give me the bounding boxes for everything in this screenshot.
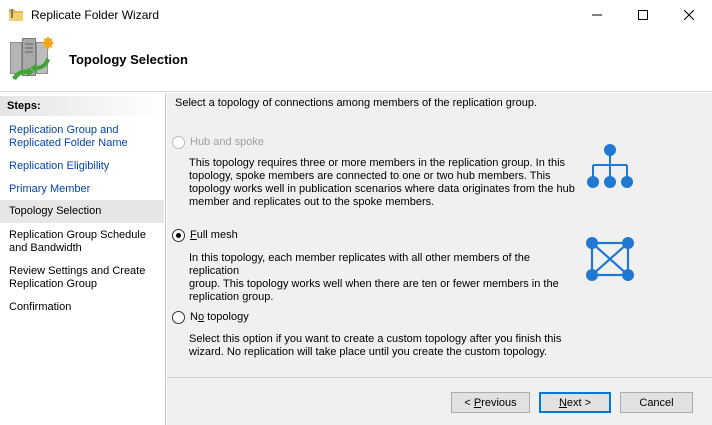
minimize-icon xyxy=(592,14,602,16)
full-mesh-description: In this topology, each member replicates… xyxy=(189,252,559,303)
title-bar: Replicate Folder Wizard xyxy=(0,0,712,30)
step-schedule-bandwidth: Replication Group Schedule and Bandwidth xyxy=(9,229,146,254)
no-topology-description: Select this option if you want to create… xyxy=(189,333,562,358)
hub-and-spoke-description: This topology requires three or more mem… xyxy=(189,157,575,208)
wizard-header: Topology Selection xyxy=(0,30,712,92)
minimize-button[interactable] xyxy=(574,0,620,30)
step-replication-eligibility[interactable]: Replication Eligibility xyxy=(0,160,164,173)
steps-header: Steps: xyxy=(0,96,164,116)
no-topology-label[interactable]: No topology xyxy=(190,311,249,323)
step-replication-group-name[interactable]: Replication Group and Replicated Folder … xyxy=(0,124,164,150)
hub-and-spoke-label: Hub and spoke xyxy=(190,136,264,148)
next-button[interactable]: Next > xyxy=(539,392,611,413)
no-topology-radio[interactable] xyxy=(172,311,185,324)
window-title: Replicate Folder Wizard xyxy=(31,8,160,22)
step-review-settings: Review Settings and Create Replication G… xyxy=(9,265,146,290)
page-title: Topology Selection xyxy=(69,52,188,67)
full-mesh-label[interactable]: Full mesh xyxy=(190,229,238,241)
steps-pane: Steps: Replication Group and Replicated … xyxy=(0,93,166,425)
hub-and-spoke-topology-icon xyxy=(587,144,633,188)
replication-servers-icon xyxy=(10,35,54,80)
cancel-button[interactable]: Cancel xyxy=(620,392,693,413)
replicate-folder-icon xyxy=(9,9,23,21)
step-topology-selection: Topology Selection xyxy=(0,200,164,223)
step-confirmation: Confirmation xyxy=(9,301,72,313)
close-icon xyxy=(684,10,694,20)
step-primary-member[interactable]: Primary Member xyxy=(0,183,164,196)
intro-text: Select a topology of connections among m… xyxy=(175,97,537,109)
full-mesh-radio[interactable] xyxy=(172,229,185,242)
previous-button[interactable]: < Previous xyxy=(451,392,530,413)
maximize-icon xyxy=(638,10,648,20)
hub-and-spoke-radio xyxy=(172,136,185,149)
maximize-button[interactable] xyxy=(620,0,666,30)
topology-content: Select a topology of connections among m… xyxy=(167,93,712,377)
wizard-footer: < Previous Next > Cancel xyxy=(167,377,712,425)
full-mesh-topology-icon xyxy=(586,237,634,281)
close-button[interactable] xyxy=(666,0,712,30)
